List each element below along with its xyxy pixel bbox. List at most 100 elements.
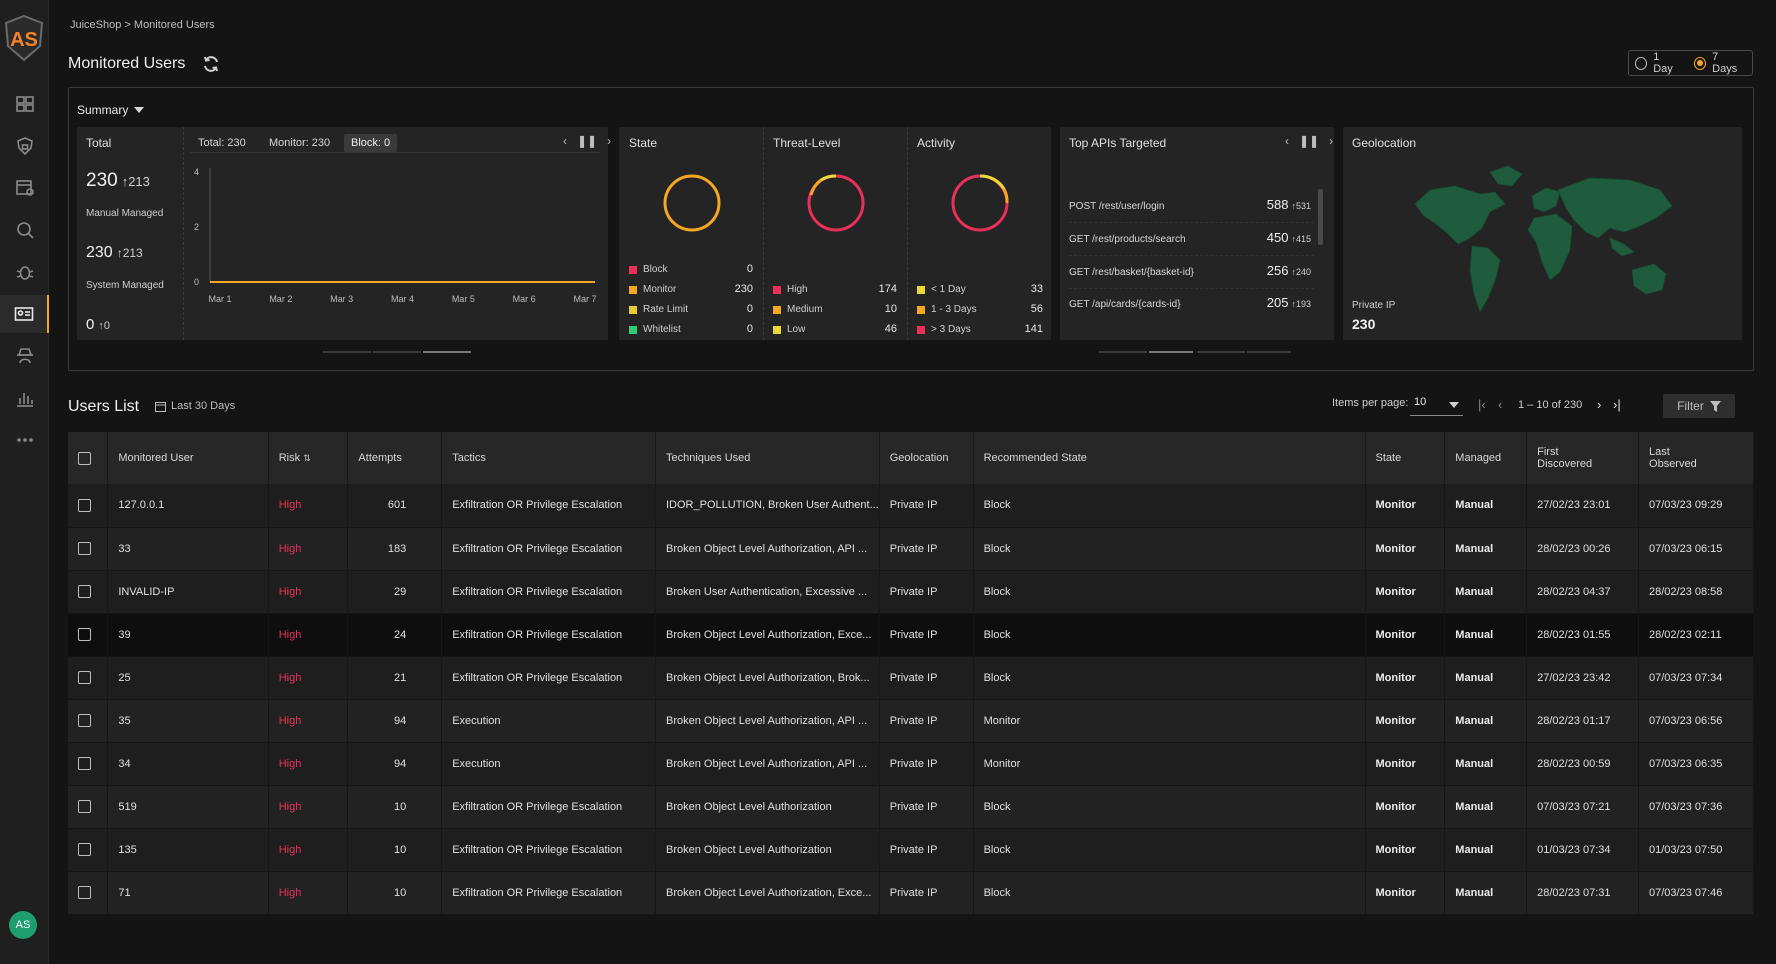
- dashboard-icon[interactable]: [0, 85, 49, 123]
- range-7days-radio[interactable]: 7 Days: [1693, 51, 1744, 75]
- avatar[interactable]: AS: [9, 911, 37, 939]
- col-tactics[interactable]: Tactics: [441, 432, 656, 484]
- table-row[interactable]: 39 High 24 Exfiltration OR Privilege Escala…: [68, 613, 1754, 656]
- api-row[interactable]: GET /rest/products/search 450 ↑415: [1069, 230, 1311, 245]
- col-monitored-user[interactable]: Monitored User: [107, 432, 269, 484]
- chevron-right-icon[interactable]: ›: [1329, 134, 1333, 148]
- legend-low: Low: [773, 324, 805, 335]
- table-row[interactable]: 34 High 94 Execution Broken Object Level Aut…: [68, 742, 1754, 785]
- state-donut: [663, 174, 721, 232]
- x-tick-label: Mar 7: [573, 294, 596, 304]
- row-select-cell: [68, 828, 109, 871]
- table-row[interactable]: 33 High 183 Exfiltration OR Privilege Escal…: [68, 527, 1754, 570]
- chevron-left-icon[interactable]: ‹: [1285, 134, 1289, 148]
- cell-tactics: Exfiltration OR Privilege Escalation: [441, 785, 656, 828]
- shield-lock-icon[interactable]: [0, 127, 49, 165]
- col-geolocation[interactable]: Geolocation: [879, 432, 974, 484]
- col-last-observed[interactable]: Last Observed: [1638, 432, 1754, 484]
- table-row[interactable]: 35 High 94 Execution Broken Object Level Aut…: [68, 699, 1754, 742]
- cell-recommended-state: Block: [973, 828, 1366, 871]
- legend-1-3days: 1 - 3 Days: [917, 304, 977, 315]
- more-icon[interactable]: [0, 421, 49, 459]
- col-first-discovered[interactable]: First Discovered: [1526, 432, 1640, 484]
- bug-icon[interactable]: [0, 253, 49, 291]
- sort-icon[interactable]: ⇅: [303, 453, 311, 463]
- chip-total[interactable]: Total: 230: [191, 134, 253, 152]
- row-checkbox[interactable]: [78, 800, 91, 813]
- table-row[interactable]: INVALID-IP High 29 Exfiltration OR Privileg…: [68, 570, 1754, 613]
- spy-icon[interactable]: [0, 337, 49, 375]
- cell-state: Monitor: [1365, 484, 1446, 527]
- chip-block[interactable]: Block: 0: [344, 134, 398, 152]
- world-map[interactable]: [1410, 152, 1680, 322]
- legend-high: High: [773, 284, 808, 295]
- table-row[interactable]: 135 High 10 Exfiltration OR Privilege Escal…: [68, 828, 1754, 871]
- cell-recommended-state: Block: [973, 484, 1366, 527]
- bar-chart-icon[interactable]: [0, 379, 49, 417]
- filter-button[interactable]: Filter: [1663, 394, 1735, 418]
- col-risk[interactable]: Risk ⇅: [268, 432, 349, 484]
- prev-page-icon[interactable]: ‹: [1498, 397, 1502, 412]
- next-page-icon[interactable]: ›: [1597, 397, 1601, 412]
- table-row[interactable]: 519 High 10 Exfiltration OR Privilege Escal…: [68, 785, 1754, 828]
- top-apis-scrollbar[interactable]: [1318, 189, 1323, 245]
- refresh-icon[interactable]: [202, 55, 220, 73]
- col-recommended-state[interactable]: Recommended State: [973, 432, 1366, 484]
- cell-techniques: Broken Object Level Authorization, Exce.…: [655, 871, 880, 914]
- pause-icon[interactable]: ❚❚: [1299, 134, 1319, 148]
- col-state[interactable]: State: [1365, 432, 1446, 484]
- cell-last-observed: 07/03/23 09:29: [1638, 484, 1754, 527]
- api-row[interactable]: POST /rest/user/login 588 ↑531: [1069, 197, 1311, 212]
- inventory-icon[interactable]: [0, 169, 49, 207]
- table-row[interactable]: 25 High 21 Exfiltration OR Privilege Escala…: [68, 656, 1754, 699]
- last-page-icon[interactable]: ›|: [1613, 397, 1621, 412]
- row-select-cell: [68, 785, 109, 828]
- page-title: Monitored Users: [68, 55, 186, 72]
- row-checkbox[interactable]: [78, 585, 91, 598]
- summary-toggle[interactable]: Summary: [77, 103, 145, 117]
- col-techniques[interactable]: Techniques Used: [655, 432, 880, 484]
- chip-monitor[interactable]: Monitor: 230: [262, 134, 337, 152]
- row-checkbox[interactable]: [78, 886, 91, 899]
- cell-first-discovered: 27/02/23 23:01: [1526, 484, 1640, 527]
- pause-icon[interactable]: ❚❚: [577, 134, 597, 148]
- row-checkbox[interactable]: [78, 628, 91, 641]
- row-checkbox[interactable]: [78, 714, 91, 727]
- chevron-right-icon[interactable]: ›: [607, 134, 611, 148]
- legend-medium-value: 10: [884, 303, 897, 315]
- row-select-cell: [68, 570, 109, 613]
- cell-recommended-state: Block: [973, 785, 1366, 828]
- cell-attempts: 94: [347, 699, 443, 742]
- range-1day-radio[interactable]: 1 Day: [1635, 51, 1680, 75]
- row-checkbox[interactable]: [78, 542, 91, 555]
- chevron-left-icon[interactable]: ‹: [563, 134, 567, 148]
- row-checkbox[interactable]: [78, 757, 91, 770]
- logo-icon[interactable]: AS: [3, 14, 45, 62]
- cell-tactics: Execution: [441, 699, 656, 742]
- cell-first-discovered: 28/02/23 04:37: [1526, 570, 1640, 613]
- row-checkbox[interactable]: [78, 843, 91, 856]
- row-checkbox[interactable]: [78, 498, 91, 512]
- user-card-icon[interactable]: [0, 295, 49, 333]
- table-row[interactable]: 127.0.0.1 High 601 Exfiltration OR Privileg…: [68, 484, 1754, 527]
- items-per-page-label: Items per page:: [1332, 397, 1409, 409]
- cell-user: 39: [107, 613, 269, 656]
- api-row[interactable]: GET /api/cards/{cards-id} 205 ↑193: [1069, 295, 1311, 310]
- period-filter[interactable]: Last 30 Days: [155, 400, 235, 412]
- cell-recommended-state: Block: [973, 613, 1366, 656]
- col-managed[interactable]: Managed: [1444, 432, 1528, 484]
- col-attempts[interactable]: Attempts: [347, 432, 443, 484]
- legend-whitelist: Whitelist: [629, 324, 681, 335]
- search-icon[interactable]: [0, 211, 49, 249]
- system-managed-label: System Managed: [86, 280, 164, 291]
- api-row[interactable]: GET /rest/basket/{basket-id} 256 ↑240: [1069, 263, 1311, 278]
- first-page-icon[interactable]: |‹: [1478, 397, 1486, 412]
- items-per-page-select[interactable]: 10: [1410, 396, 1463, 416]
- row-checkbox[interactable]: [78, 671, 91, 684]
- activity-title: Activity: [917, 136, 956, 150]
- cell-first-discovered: 28/02/23 00:59: [1526, 742, 1640, 785]
- cell-managed: Manual: [1444, 656, 1528, 699]
- legend-high-value: 174: [878, 283, 897, 295]
- table-row[interactable]: 71 High 10 Exfiltration OR Privilege Escala…: [68, 871, 1754, 914]
- select-all-checkbox[interactable]: [78, 451, 91, 465]
